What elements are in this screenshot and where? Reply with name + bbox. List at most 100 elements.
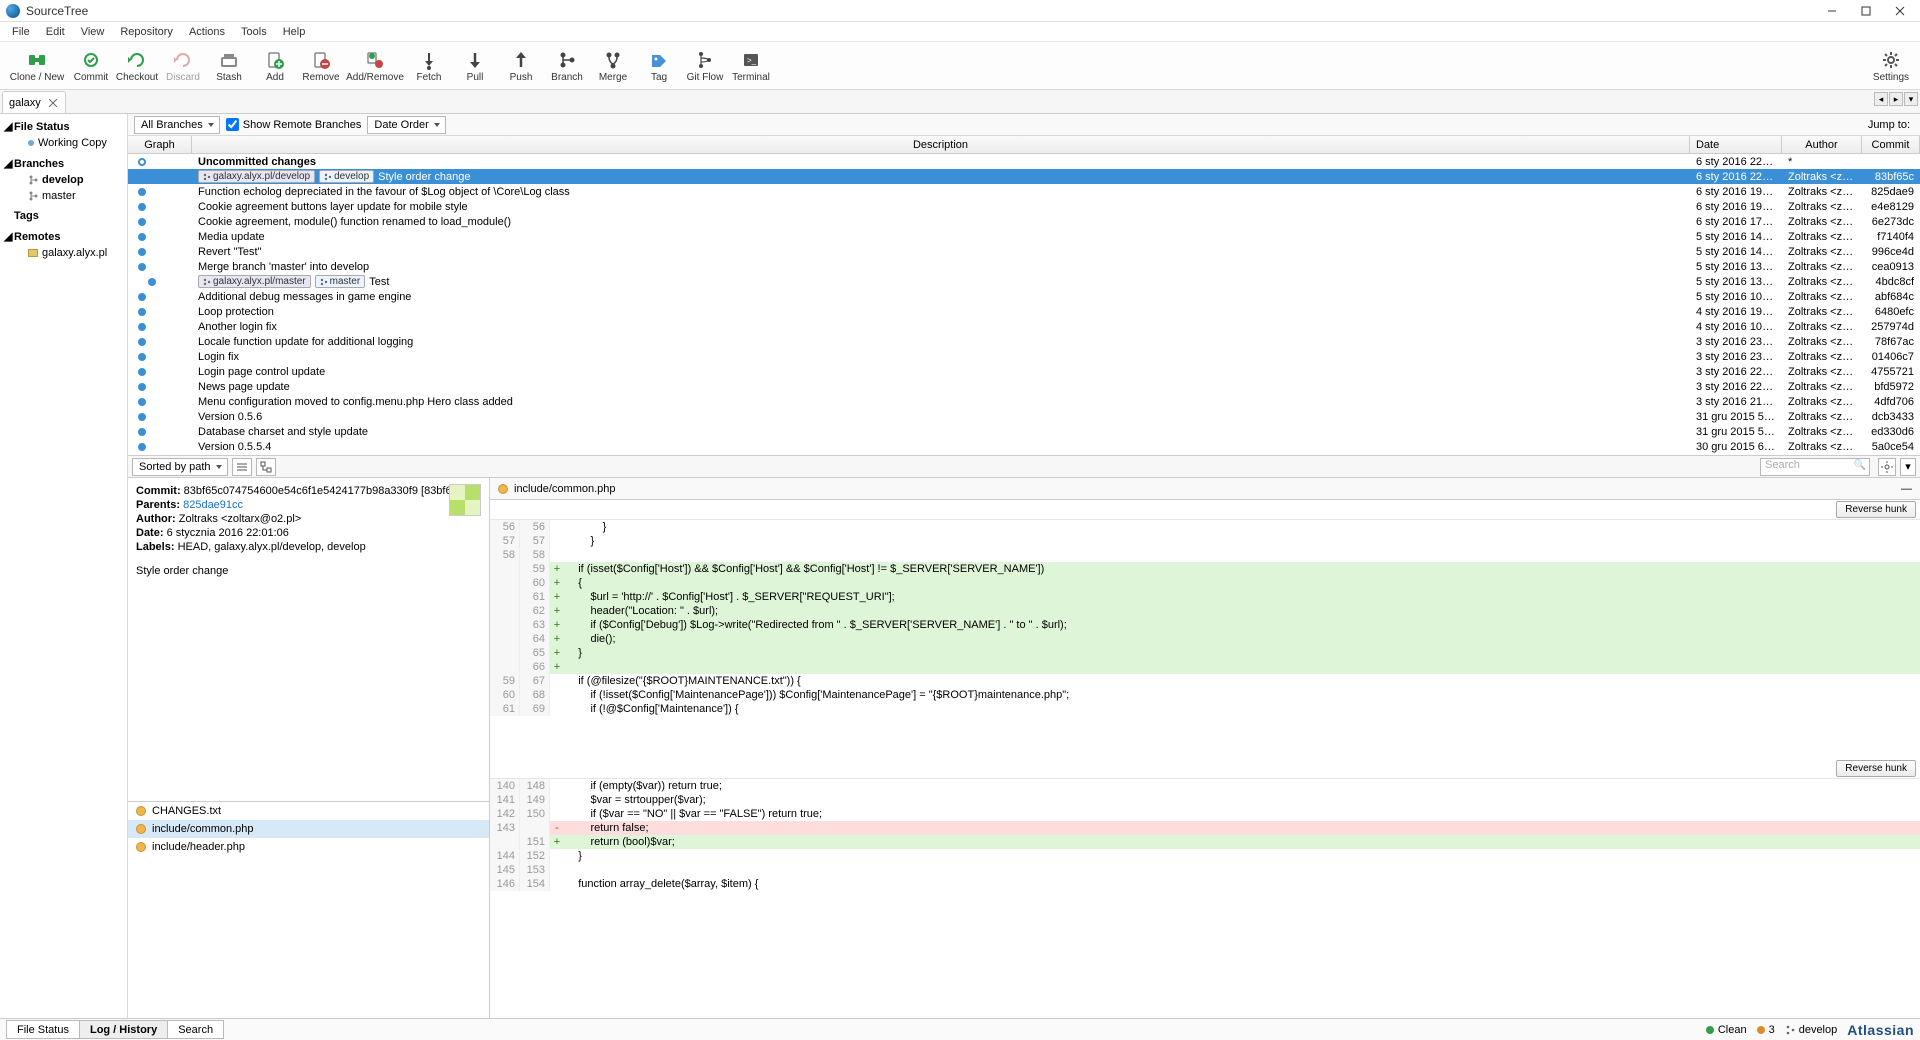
minimize-button[interactable] <box>1824 3 1840 19</box>
tree-view-button[interactable] <box>256 458 276 476</box>
parent-link[interactable]: 825dae91cc <box>183 499 243 511</box>
table-row[interactable]: Merge branch 'master' into develop5 sty … <box>128 259 1920 274</box>
stash-button[interactable]: Stash <box>206 45 252 89</box>
table-row[interactable]: galaxy.alyx.pl/mastermasterTest5 sty 201… <box>128 274 1920 289</box>
ref-badge[interactable]: master <box>315 275 366 288</box>
branches-section[interactable]: ◢Branches <box>0 155 127 172</box>
order-dropdown[interactable]: Date Order <box>367 116 445 134</box>
addremove-button[interactable]: Add/Remove <box>344 45 406 89</box>
table-row[interactable]: News page update3 sty 2016 22:09Zoltraks… <box>128 379 1920 394</box>
col-description[interactable]: Description <box>192 136 1690 153</box>
changed-files-list: CHANGES.txtinclude/common.phpinclude/hea… <box>128 801 489 1019</box>
tab-menu-button[interactable]: ▾ <box>1904 92 1918 106</box>
ref-badge[interactable]: galaxy.alyx.pl/master <box>198 275 311 288</box>
table-row[interactable]: Login fix3 sty 2016 23:09Zoltraks <zolta… <box>128 349 1920 364</box>
fetch-button[interactable]: Fetch <box>406 45 452 89</box>
table-row[interactable]: Another login fix4 sty 2016 10:47Zoltrak… <box>128 319 1920 334</box>
branch-icon <box>28 191 38 201</box>
col-author[interactable]: Author <box>1782 136 1862 153</box>
table-row[interactable]: Cookie agreement buttons layer update fo… <box>128 199 1920 214</box>
diff-hunk[interactable]: 140148 if (empty($var)) return true;1411… <box>490 779 1920 1018</box>
table-row[interactable]: galaxy.alyx.pl/developdevelopStyle order… <box>128 169 1920 184</box>
list-item[interactable]: CHANGES.txt <box>128 802 489 820</box>
tab-search[interactable]: Search <box>167 1020 224 1039</box>
close-icon[interactable] <box>47 97 59 109</box>
table-row[interactable]: Version 0.5.5.430 gru 2015 6:47Zoltraks … <box>128 439 1920 454</box>
ref-badge[interactable]: galaxy.alyx.pl/develop <box>198 170 315 183</box>
terminal-button[interactable]: >_Terminal <box>728 45 774 89</box>
close-button[interactable] <box>1892 3 1908 19</box>
table-row[interactable]: Revert "Test"5 sty 2016 14:28Zoltraks <z… <box>128 244 1920 259</box>
add-button[interactable]: Add <box>252 45 298 89</box>
gitflow-button[interactable]: Git Flow <box>682 45 728 89</box>
maximize-button[interactable] <box>1858 3 1874 19</box>
table-row[interactable]: Media update5 sty 2016 14:39Zoltraks <zo… <box>128 229 1920 244</box>
reverse-hunk-button[interactable]: Reverse hunk <box>1836 760 1916 777</box>
tag-icon <box>649 50 669 70</box>
sidebar-item-remote[interactable]: galaxy.alyx.pl <box>0 245 127 261</box>
diff-options-button[interactable]: ▾ <box>1900 458 1916 476</box>
table-row[interactable]: Additional debug messages in game engine… <box>128 289 1920 304</box>
sidebar-item-master[interactable]: master <box>0 188 127 204</box>
list-item[interactable]: include/common.php <box>128 820 489 838</box>
pull-button[interactable]: Pull <box>452 45 498 89</box>
tab-galaxy[interactable]: galaxy <box>2 91 66 113</box>
reverse-hunk-button[interactable]: Reverse hunk <box>1836 501 1916 518</box>
tab-next-button[interactable]: ▸ <box>1889 92 1903 106</box>
collapse-icon[interactable]: — <box>1901 483 1912 495</box>
table-row[interactable]: Menu configuration moved to config.menu.… <box>128 394 1920 409</box>
table-row[interactable]: Function echolog depreciated in the favo… <box>128 184 1920 199</box>
sidebar-item-develop[interactable]: develop <box>0 172 127 188</box>
remotes-section[interactable]: ◢Remotes <box>0 228 127 245</box>
branch-button[interactable]: Branch <box>544 45 590 89</box>
tags-section[interactable]: Tags <box>0 208 127 224</box>
ref-badge[interactable]: develop <box>319 170 374 183</box>
merge-button[interactable]: Merge <box>590 45 636 89</box>
diff-search-input[interactable]: Search <box>1760 458 1870 476</box>
tab-prev-button[interactable]: ◂ <box>1874 92 1888 106</box>
list-view-button[interactable] <box>232 458 252 476</box>
table-row[interactable]: Version 0.5.631 gru 2015 5:09Zoltraks <z… <box>128 409 1920 424</box>
modified-icon <box>136 806 146 816</box>
table-row[interactable]: Uncommitted changes6 sty 2016 22:02* <box>128 154 1920 169</box>
commit-button[interactable]: Commit <box>68 45 114 89</box>
addremove-icon <box>365 50 385 70</box>
discard-button: Discard <box>160 45 206 89</box>
table-row[interactable]: Locale function update for additional lo… <box>128 334 1920 349</box>
menu-help[interactable]: Help <box>275 24 314 40</box>
table-row[interactable]: Database charset and style update31 gru … <box>128 424 1920 439</box>
tab-log-history[interactable]: Log / History <box>79 1020 168 1039</box>
filestatus-section[interactable]: ◢File Status <box>0 118 127 135</box>
menu-file[interactable]: File <box>4 24 38 40</box>
sidebar-item-workingcopy[interactable]: Working Copy <box>0 135 127 151</box>
jump-to-label: Jump to: <box>1868 119 1910 131</box>
menu-edit[interactable]: Edit <box>38 24 73 40</box>
diff-filename: include/common.php <box>514 483 616 495</box>
settings-button[interactable]: Settings <box>1868 45 1914 89</box>
menu-repository[interactable]: Repository <box>112 24 181 40</box>
tab-file-status[interactable]: File Status <box>6 1020 80 1039</box>
diff-hunk[interactable]: 5656 }5757 }585859+ if (isset($Config['H… <box>490 520 1920 759</box>
show-remote-checkbox[interactable]: Show Remote Branches <box>226 118 362 131</box>
remove-button[interactable]: Remove <box>298 45 344 89</box>
list-item[interactable]: include/header.php <box>128 838 489 856</box>
branches-filter-dropdown[interactable]: All Branches <box>134 116 220 134</box>
menu-tools[interactable]: Tools <box>233 24 275 40</box>
diff-settings-button[interactable] <box>1878 458 1896 476</box>
push-button[interactable]: Push <box>498 45 544 89</box>
clone-new-button[interactable]: Clone / New <box>6 45 68 89</box>
menu-actions[interactable]: Actions <box>181 24 233 40</box>
modified-icon <box>136 824 146 834</box>
col-date[interactable]: Date <box>1690 136 1782 153</box>
status-branch[interactable]: develop <box>1785 1024 1838 1036</box>
sort-dropdown[interactable]: Sorted by path <box>132 458 228 476</box>
table-row[interactable]: Cookie agreement, module() function rena… <box>128 214 1920 229</box>
table-row[interactable]: Loop protection4 sty 2016 19:54Zoltraks … <box>128 304 1920 319</box>
col-graph[interactable]: Graph <box>128 136 192 153</box>
table-row[interactable]: Login page control update3 sty 2016 22:1… <box>128 364 1920 379</box>
col-commit[interactable]: Commit <box>1862 136 1920 153</box>
tag-button[interactable]: Tag <box>636 45 682 89</box>
checkout-button[interactable]: Checkout <box>114 45 160 89</box>
status-pending[interactable]: 3 <box>1757 1024 1775 1036</box>
menu-view[interactable]: View <box>73 24 113 40</box>
